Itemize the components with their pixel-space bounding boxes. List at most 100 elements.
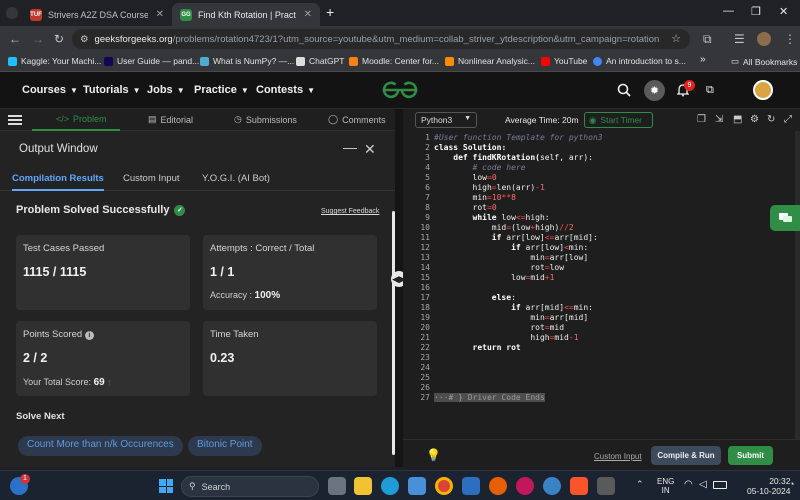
code-icon: </>	[56, 114, 70, 124]
all-bookmarks[interactable]: ▭ All Bookmarks	[731, 56, 797, 67]
tab-submissions[interactable]: ◷ Submissions	[234, 114, 297, 125]
tab-editorial[interactable]: ▤ Editorial	[148, 114, 193, 125]
close-tab-icon[interactable]: ✕	[304, 9, 312, 20]
close-window-icon[interactable]: ✕	[779, 5, 788, 18]
reset-icon[interactable]: ↻	[767, 114, 775, 125]
chevron-down-icon: ▼	[132, 85, 141, 95]
nav-tutorials[interactable]: Tutorials ▼	[83, 84, 141, 96]
windows-start-icon[interactable]	[159, 479, 173, 493]
hamburger-menu-icon[interactable]	[8, 113, 22, 127]
bookmark-youtube[interactable]: YouTube	[541, 56, 587, 66]
app-icon[interactable]	[597, 477, 615, 495]
reading-list-icon[interactable]: ☰	[734, 32, 745, 46]
export-icon[interactable]: ⇲	[715, 114, 723, 125]
next-problem-chip[interactable]: Count More than n/k Occurences	[18, 436, 183, 456]
task-view-icon[interactable]	[328, 477, 346, 495]
compile-run-button[interactable]: Compile & Run	[651, 446, 721, 465]
app-icon[interactable]	[462, 477, 480, 495]
browser-tab-striver[interactable]: TUF Strivers A2Z DSA Course/Sheet ✕	[22, 3, 172, 26]
menu-kebab-icon[interactable]: ⋮	[784, 32, 796, 46]
close-panel-icon[interactable]: ✕	[364, 141, 376, 158]
settings-icon[interactable]: ⚙	[750, 114, 759, 125]
close-tab-icon[interactable]: ✕	[156, 9, 164, 20]
copy-icon[interactable]: ❐	[697, 114, 706, 125]
user-avatar[interactable]	[753, 80, 773, 100]
forward-icon[interactable]: →	[32, 32, 44, 46]
upload-icon[interactable]: ⬒	[733, 114, 742, 125]
file-explorer-icon[interactable]	[354, 477, 372, 495]
chevron-down-icon: ▼	[307, 85, 315, 95]
address-bar[interactable]: ⚙ geeksforgeeks.org/problems/rotation472…	[72, 29, 690, 49]
store-icon[interactable]	[408, 477, 426, 495]
gfg-logo-icon[interactable]	[380, 81, 420, 99]
translate-icon[interactable]: ⧉	[706, 84, 714, 97]
nav-jobs[interactable]: Jobs ▼	[147, 84, 185, 96]
info-icon[interactable]: i	[84, 331, 94, 340]
bookmark-intro[interactable]: An introduction to s...	[593, 56, 686, 66]
extensions-icon[interactable]: ⧉	[703, 32, 712, 47]
minimize-icon[interactable]: —	[723, 5, 734, 17]
bookmark-star-icon[interactable]: ☆	[671, 32, 681, 45]
nav-contests[interactable]: Contests ▼	[256, 84, 315, 96]
pane-splitter[interactable]	[395, 109, 403, 467]
edge-icon[interactable]	[381, 477, 399, 495]
bookmark-numpy[interactable]: What is NumPy? —...	[200, 56, 294, 66]
taskbar-search[interactable]: ⚲ Search	[181, 476, 319, 497]
site-info-icon[interactable]: ⚙	[80, 34, 89, 45]
tab-compilation-results[interactable]: Compilation Results	[12, 173, 104, 184]
wifi-icon[interactable]: ◠	[684, 479, 693, 490]
bookmarks-overflow[interactable]: »	[700, 54, 706, 65]
app-icon[interactable]	[516, 477, 534, 495]
code-lines[interactable]: #User function Template for python3 clas…	[434, 133, 603, 403]
tab-problem[interactable]: </> Problem	[56, 114, 107, 124]
system-clock[interactable]: 20:32 05-10-2024	[747, 476, 790, 496]
start-timer-button[interactable]: ◉ Start Timer	[584, 112, 653, 128]
tab-title: Strivers A2Z DSA Course/Sheet	[48, 9, 148, 20]
tab-comments[interactable]: ◯ Comments	[328, 114, 386, 125]
bookmark-nonlinear[interactable]: Nonlinear Analysic...	[445, 56, 535, 66]
custom-input-link[interactable]: Custom Input	[594, 452, 642, 461]
url-path: /problems/rotation4723/1?utm_source=yout…	[172, 33, 660, 45]
tab-yogi-ai-bot[interactable]: Y.O.G.I. (AI Bot)	[202, 173, 270, 184]
tab-custom-input[interactable]: Custom Input	[123, 173, 180, 184]
editor-scrollbar[interactable]	[795, 131, 800, 439]
profile-avatar[interactable]	[757, 32, 771, 46]
points-label: Points Scored i	[23, 329, 94, 340]
browser-tab-gfg[interactable]: GG Find Kth Rotation | Practice | Ge ✕	[172, 3, 320, 26]
tab-search-icon[interactable]	[6, 7, 18, 19]
input-language[interactable]: ENG IN	[657, 477, 674, 495]
chrome-icon[interactable]	[435, 477, 453, 495]
tray-overflow-icon[interactable]: ⌃	[636, 479, 644, 490]
notification-bell-icon[interactable]: ◔	[789, 479, 794, 489]
reload-icon[interactable]: ↻	[54, 32, 64, 46]
next-problem-chip[interactable]: Bitonic Point	[188, 436, 262, 456]
volume-icon[interactable]: ◁	[699, 479, 707, 490]
brave-icon[interactable]	[570, 477, 588, 495]
battery-icon[interactable]	[713, 481, 727, 489]
bookmark-kaggle[interactable]: Kaggle: Your Machi...	[8, 56, 101, 66]
search-icon[interactable]	[617, 83, 631, 97]
restore-icon[interactable]: ❐	[751, 5, 761, 18]
new-tab-button[interactable]: +	[326, 4, 334, 20]
lightbulb-icon[interactable]: 💡	[426, 448, 441, 462]
bookmark-pandas[interactable]: User Guide — pand...	[104, 56, 199, 66]
output-window: Output Window — ✕ Compilation Results Cu…	[0, 131, 395, 467]
nav-practice[interactable]: Practice ▼	[194, 84, 249, 96]
suggest-feedback-link[interactable]: Suggest Feedback	[321, 208, 379, 215]
chat-button[interactable]	[770, 205, 800, 231]
nav-courses[interactable]: Courses ▼	[22, 84, 78, 96]
firefox-icon[interactable]	[489, 477, 507, 495]
app-icon[interactable]	[543, 477, 561, 495]
code-editor[interactable]: 1 2 3 4 5 6 7 8 9 10 11 12 13 14 15 16 1…	[403, 131, 800, 439]
bookmark-moodle[interactable]: Moodle: Center for...	[349, 56, 439, 66]
theme-toggle-button[interactable]: ✹	[644, 80, 665, 101]
back-icon[interactable]: ←	[9, 32, 21, 46]
fullscreen-icon[interactable]: ⤢	[784, 114, 792, 125]
submit-button[interactable]: Submit	[728, 446, 773, 465]
code-line: if arr[low]<min:	[434, 243, 589, 252]
fold-marker[interactable]: ···	[434, 393, 449, 402]
language-select[interactable]: Python3 ▼	[415, 112, 477, 128]
status-message: Problem Solved Successfully ✓	[16, 204, 186, 216]
minimize-panel-icon[interactable]: —	[343, 139, 357, 155]
bookmark-chatgpt[interactable]: ChatGPT	[296, 56, 344, 66]
